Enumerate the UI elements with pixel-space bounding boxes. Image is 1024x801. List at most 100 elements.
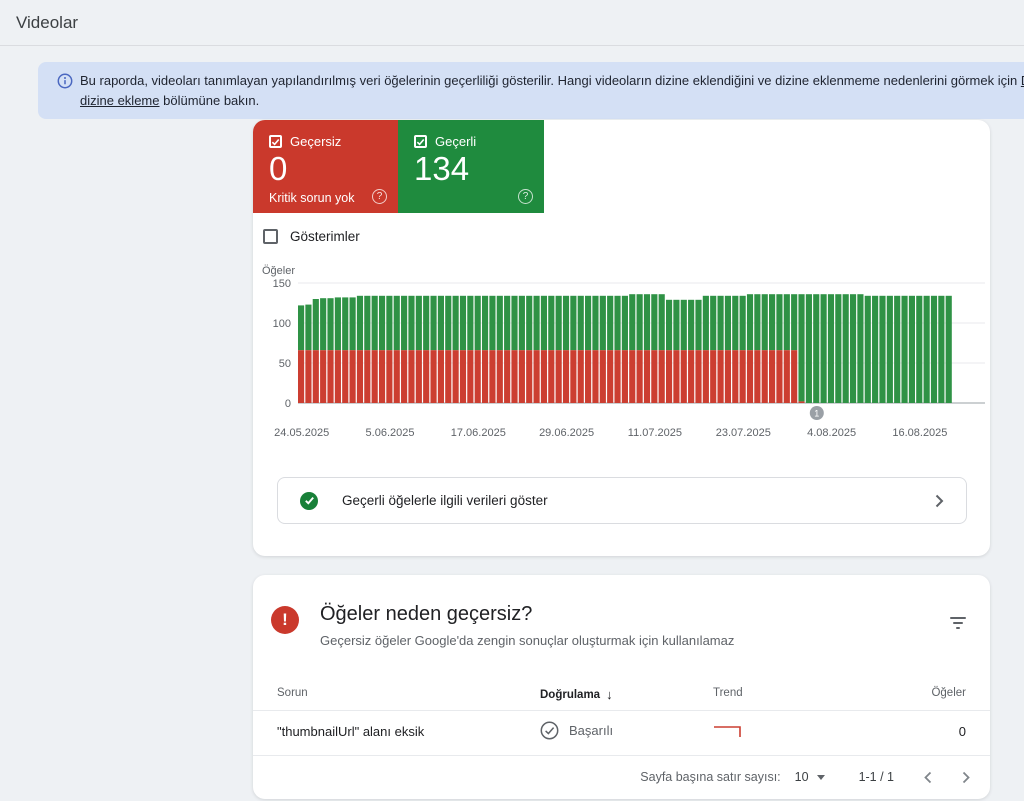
bar-invalid-segment[interactable] [629,350,635,403]
bar-valid-segment[interactable] [865,296,871,403]
filter-icon[interactable] [946,611,970,635]
bar-invalid-segment[interactable] [327,350,333,403]
bar-invalid-segment[interactable] [467,350,473,403]
bar-valid-segment[interactable] [850,294,856,403]
bar-invalid-segment[interactable] [622,350,628,403]
bar-valid-segment[interactable] [592,296,598,350]
bar-valid-segment[interactable] [784,294,790,350]
bar-valid-segment[interactable] [313,299,319,350]
bar-invalid-segment[interactable] [563,350,569,403]
bar-valid-segment[interactable] [717,296,723,350]
bar-valid-segment[interactable] [931,296,937,403]
bar-valid-segment[interactable] [394,296,400,350]
bar-invalid-segment[interactable] [430,350,436,403]
bar-invalid-segment[interactable] [394,350,400,403]
invalid-tile-header[interactable]: Geçersiz [269,134,341,149]
bar-invalid-segment[interactable] [416,350,422,403]
bar-invalid-segment[interactable] [666,350,672,403]
bar-valid-segment[interactable] [843,294,849,403]
bar-valid-segment[interactable] [821,294,827,403]
bar-valid-segment[interactable] [482,296,488,350]
bar-invalid-segment[interactable] [541,350,547,403]
bar-invalid-segment[interactable] [526,350,532,403]
bar-valid-segment[interactable] [681,300,687,350]
bar-invalid-segment[interactable] [614,350,620,403]
invalid-summary-tile[interactable]: Geçersiz 0 Kritik sorun yok ? [253,120,398,213]
bar-valid-segment[interactable] [504,296,510,350]
bar-invalid-segment[interactable] [320,350,326,403]
bar-invalid-segment[interactable] [548,350,554,403]
bar-invalid-segment[interactable] [342,350,348,403]
bar-invalid-segment[interactable] [305,350,311,403]
bar-invalid-segment[interactable] [423,350,429,403]
bar-invalid-segment[interactable] [791,350,797,403]
bar-invalid-segment[interactable] [732,350,738,403]
bar-valid-segment[interactable] [806,294,812,403]
bar-valid-segment[interactable] [401,296,407,350]
bar-invalid-segment[interactable] [401,350,407,403]
bar-valid-segment[interactable] [430,296,436,350]
column-header-sorun[interactable]: Sorun [277,687,308,699]
bar-valid-segment[interactable] [651,294,657,350]
bar-valid-segment[interactable] [688,300,694,350]
bar-invalid-segment[interactable] [769,350,775,403]
bar-invalid-segment[interactable] [570,350,576,403]
bar-valid-segment[interactable] [526,296,532,350]
bar-invalid-segment[interactable] [592,350,598,403]
bar-invalid-segment[interactable] [408,350,414,403]
bar-invalid-segment[interactable] [453,350,459,403]
help-icon[interactable]: ? [372,189,387,204]
bar-valid-segment[interactable] [798,294,804,401]
bar-valid-segment[interactable] [600,296,606,350]
bar-invalid-segment[interactable] [298,350,304,403]
bar-valid-segment[interactable] [386,296,392,350]
bar-invalid-segment[interactable] [364,350,370,403]
bar-valid-segment[interactable] [305,305,311,351]
bar-valid-segment[interactable] [946,296,952,403]
bar-valid-segment[interactable] [909,296,915,403]
bar-invalid-segment[interactable] [511,350,517,403]
banner-link-dizine-ekleme[interactable]: dizine ekleme [80,93,160,108]
bar-invalid-segment[interactable] [798,401,804,403]
bar-invalid-segment[interactable] [681,350,687,403]
bar-valid-segment[interactable] [659,294,665,350]
chevron-right-icon[interactable] [935,494,944,508]
bar-valid-segment[interactable] [725,296,731,350]
previous-page-button[interactable] [924,771,932,784]
bar-valid-segment[interactable] [585,296,591,350]
bar-valid-segment[interactable] [754,294,760,350]
bar-valid-segment[interactable] [622,296,628,350]
valid-summary-tile[interactable]: Geçerli 134 ? [398,120,544,213]
bar-invalid-segment[interactable] [754,350,760,403]
bar-valid-segment[interactable] [541,296,547,350]
bar-valid-segment[interactable] [497,296,503,350]
bar-valid-segment[interactable] [629,294,635,350]
bar-invalid-segment[interactable] [659,350,665,403]
bar-valid-segment[interactable] [887,296,893,403]
bar-valid-segment[interactable] [879,296,885,403]
bar-invalid-segment[interactable] [504,350,510,403]
bar-valid-segment[interactable] [423,296,429,350]
bar-valid-segment[interactable] [372,296,378,350]
bar-valid-segment[interactable] [475,296,481,350]
column-header-trend[interactable]: Trend [713,687,743,699]
bar-valid-segment[interactable] [460,296,466,350]
bar-valid-segment[interactable] [607,296,613,350]
bar-valid-segment[interactable] [828,294,834,403]
bar-invalid-segment[interactable] [695,350,701,403]
bar-valid-segment[interactable] [548,296,554,350]
bar-valid-segment[interactable] [563,296,569,350]
bar-invalid-segment[interactable] [482,350,488,403]
bar-invalid-segment[interactable] [784,350,790,403]
bar-valid-segment[interactable] [364,296,370,350]
bar-valid-segment[interactable] [467,296,473,350]
bar-valid-segment[interactable] [511,296,517,350]
bar-valid-segment[interactable] [938,296,944,403]
bar-valid-segment[interactable] [320,298,326,350]
bar-valid-segment[interactable] [894,296,900,403]
bar-valid-segment[interactable] [534,296,540,350]
bar-valid-segment[interactable] [578,296,584,350]
bar-invalid-segment[interactable] [497,350,503,403]
bar-invalid-segment[interactable] [313,350,319,403]
bar-valid-segment[interactable] [791,294,797,350]
